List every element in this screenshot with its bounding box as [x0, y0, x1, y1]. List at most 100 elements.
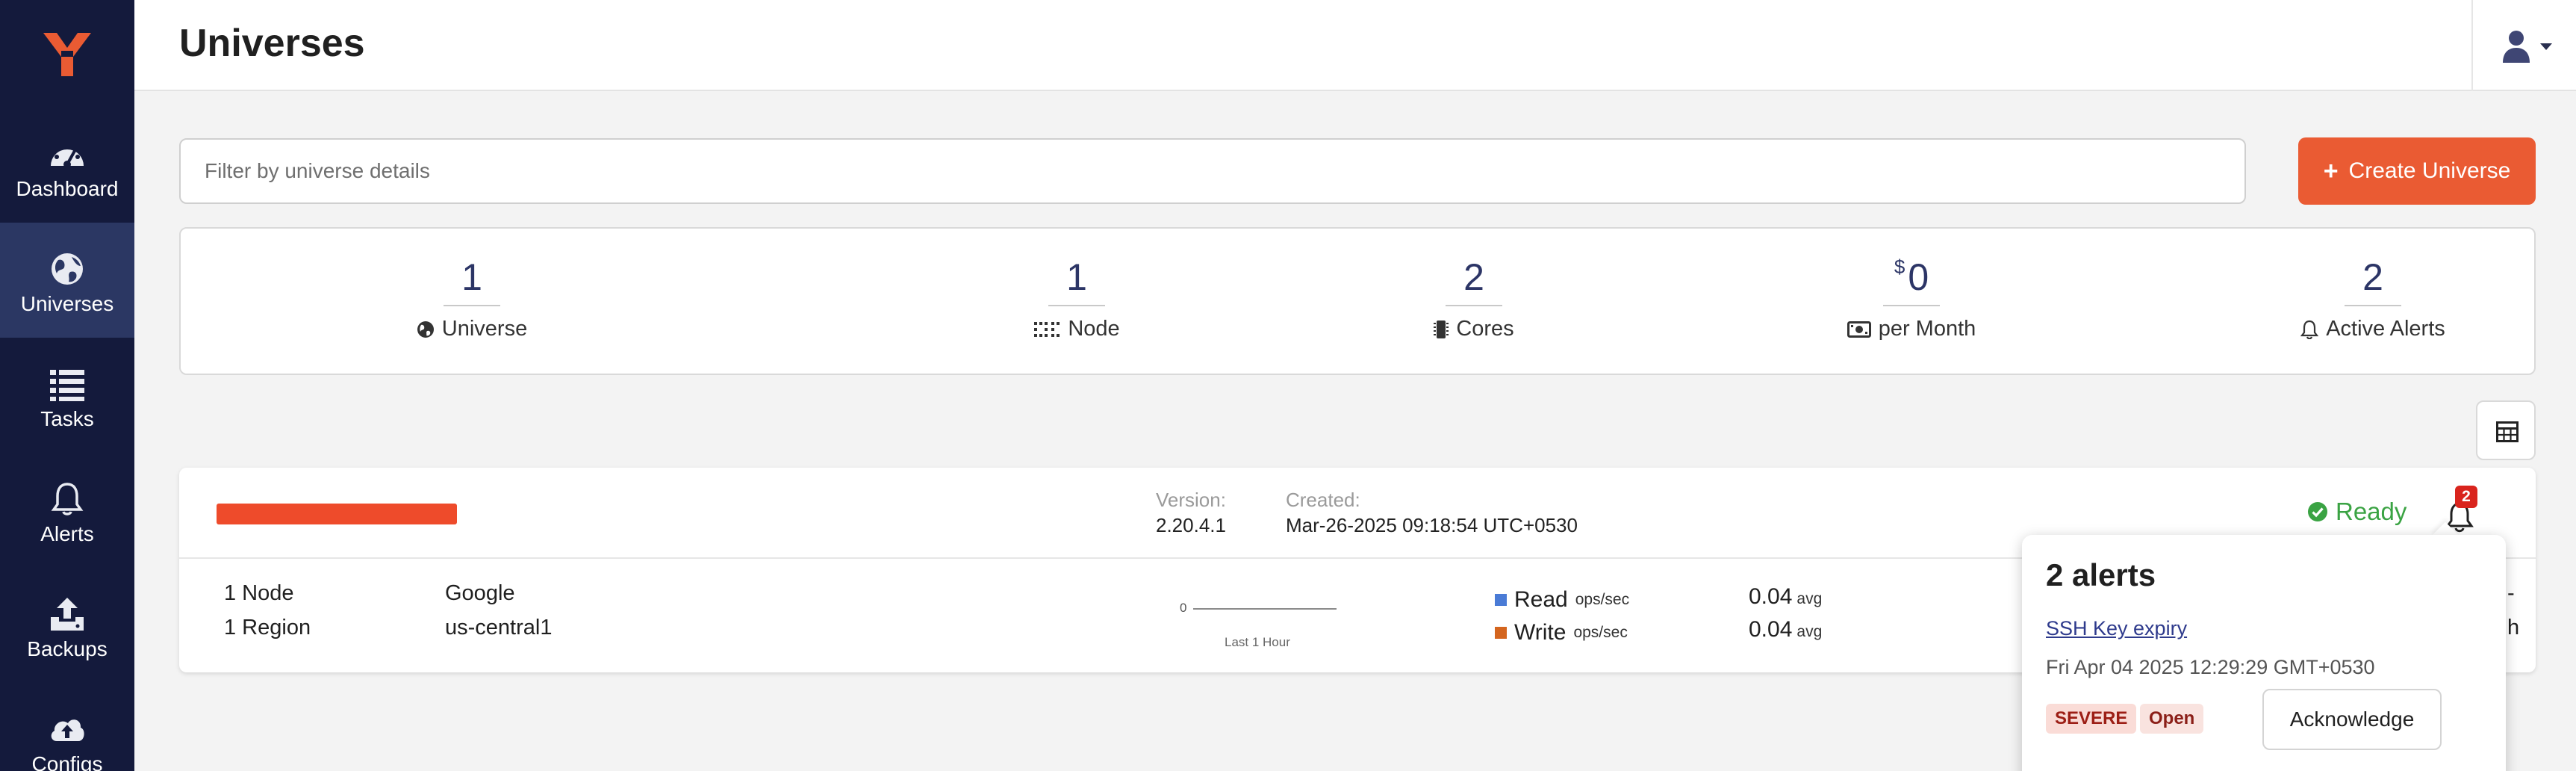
sidebar-item-label: Dashboard	[16, 177, 119, 200]
yugabyte-logo-icon[interactable]	[40, 30, 94, 79]
dashboard-icon	[51, 142, 84, 168]
alert-name-link[interactable]: SSH Key expiry	[2046, 617, 2187, 640]
create-universe-label: Create Universe	[2348, 158, 2511, 183]
version-value: 2.20.4.1	[1156, 514, 1226, 536]
bell-icon	[2300, 320, 2319, 339]
write-value: 0.04 avg	[1749, 617, 1822, 642]
created-value: Mar-26-2025 09:18:54 UTC+0530	[1286, 514, 1578, 536]
sparkline-zero-label: 0	[1180, 601, 1187, 615]
universe-name-link[interactable]: redacted-universe	[217, 504, 457, 524]
read-metric-legend: Read ops/sec	[1495, 587, 1629, 613]
state-badge: Open	[2140, 704, 2204, 734]
status-badge: Ready	[2307, 498, 2407, 526]
alerts-popover: 2 alerts SSH Key expiry Fri Apr 04 2025 …	[2022, 535, 2506, 771]
stat-value: 0	[1908, 256, 1929, 298]
page-header: Universes	[134, 0, 2576, 91]
status-text: Ready	[2336, 498, 2407, 525]
sidebar-item-label: Universes	[20, 292, 114, 315]
stat-divider	[1446, 305, 1502, 306]
severity-badge: SEVERE	[2046, 704, 2137, 734]
cloud-upload-icon	[51, 719, 84, 741]
sidebar-item-alerts[interactable]: Alerts	[0, 453, 134, 568]
read-value-number: 0.04	[1749, 584, 1793, 609]
sparkline-caption: Last 1 Hour	[1225, 635, 1290, 649]
sparkline	[1193, 608, 1337, 610]
write-value-number: 0.04	[1749, 617, 1793, 642]
read-value: 0.04 avg	[1749, 584, 1822, 610]
read-unit: ops/sec	[1575, 591, 1630, 608]
user-icon[interactable]	[2501, 30, 2531, 63]
bell-icon	[51, 483, 84, 515]
globe-icon	[52, 253, 83, 285]
stat-value: 2	[2362, 256, 2383, 298]
stat-nodes: 1 Node	[927, 258, 1226, 341]
region-count: 1 Region	[224, 616, 311, 640]
sidebar-item-label: Alerts	[40, 522, 94, 545]
write-label: Write	[1514, 620, 1567, 645]
stat-divider	[1883, 305, 1940, 306]
write-metric-legend: Write ops/sec	[1495, 620, 1628, 645]
stat-value: 2	[1463, 256, 1484, 298]
create-universe-button[interactable]: + Create Universe	[2298, 137, 2536, 205]
stat-label: Cores	[1456, 317, 1514, 341]
sidebar-item-label: Configs	[31, 752, 103, 771]
stat-label: Universe	[441, 317, 528, 341]
read-label: Read	[1514, 587, 1568, 612]
stat-label-row: Active Alerts	[2224, 317, 2522, 341]
header-divider	[2471, 0, 2473, 91]
alert-count-badge: 2	[2455, 486, 2477, 508]
table-view-button[interactable]	[2476, 400, 2536, 460]
read-avg-unit: avg	[1796, 590, 1823, 607]
stat-label-row: per Month	[1762, 317, 2061, 341]
plus-icon: +	[2323, 157, 2339, 185]
stat-label: Node	[1068, 317, 1120, 341]
stat-active-alerts: 2 Active Alerts	[2224, 258, 2522, 341]
summary-panel: 1 Universe 1 Node 2 Cores $0 per Month 2…	[179, 227, 2536, 375]
version-label: Version:	[1156, 489, 1226, 511]
sidebar-item-configs[interactable]: Configs	[0, 683, 134, 771]
stat-label-row: Cores	[1325, 317, 1623, 341]
popover-title: 2 alerts	[2046, 557, 2156, 592]
stat-label: Active Alerts	[2326, 317, 2445, 341]
stat-value: 1	[1066, 256, 1087, 298]
chevron-down-icon[interactable]	[2540, 43, 2552, 50]
clipped-text-top: -	[2507, 581, 2515, 605]
upload-icon	[51, 598, 84, 631]
sidebar-item-universes[interactable]: Universes	[0, 223, 134, 338]
currency-symbol: $	[1894, 256, 1905, 278]
stat-label-row: Universe	[323, 317, 621, 341]
acknowledge-button[interactable]: Acknowledge	[2262, 689, 2442, 750]
stat-value: 1	[461, 256, 482, 298]
node-count: 1 Node	[224, 581, 294, 605]
nodes-icon	[1034, 321, 1060, 337]
stat-divider	[1048, 305, 1105, 306]
created-label: Created:	[1286, 489, 1360, 511]
table-icon	[2496, 421, 2519, 442]
write-swatch	[1495, 627, 1507, 639]
search-input[interactable]	[179, 138, 2246, 204]
globe-icon	[417, 321, 434, 338]
stat-universes: 1 Universe	[323, 258, 621, 341]
alert-timestamp: Fri Apr 04 2025 12:29:29 GMT+0530	[2046, 656, 2375, 678]
stat-label-row: Node	[927, 317, 1226, 341]
cloud-region: us-central1	[445, 616, 553, 640]
clipped-text-bottom: h	[2507, 616, 2520, 640]
page-title: Universes	[179, 22, 365, 65]
sidebar-item-backups[interactable]: Backups	[0, 568, 134, 683]
stat-divider	[2345, 305, 2401, 306]
sidebar-item-label: Tasks	[40, 407, 94, 430]
cloud-provider: Google	[445, 581, 515, 605]
sidebar-item-label: Backups	[27, 637, 108, 660]
stat-cores: 2 Cores	[1325, 258, 1623, 341]
write-unit: ops/sec	[1573, 624, 1628, 641]
sidebar: Dashboard Universes Tasks Alerts Backups…	[0, 0, 134, 771]
chip-icon	[1434, 320, 1449, 338]
money-icon	[1847, 321, 1871, 338]
list-icon	[50, 370, 84, 401]
sidebar-item-dashboard[interactable]: Dashboard	[0, 108, 134, 223]
sidebar-item-tasks[interactable]: Tasks	[0, 338, 134, 453]
write-avg-unit: avg	[1796, 623, 1823, 640]
check-circle-icon	[2308, 502, 2327, 521]
stat-divider	[444, 305, 500, 306]
stat-value-row: $0	[1762, 256, 2061, 302]
